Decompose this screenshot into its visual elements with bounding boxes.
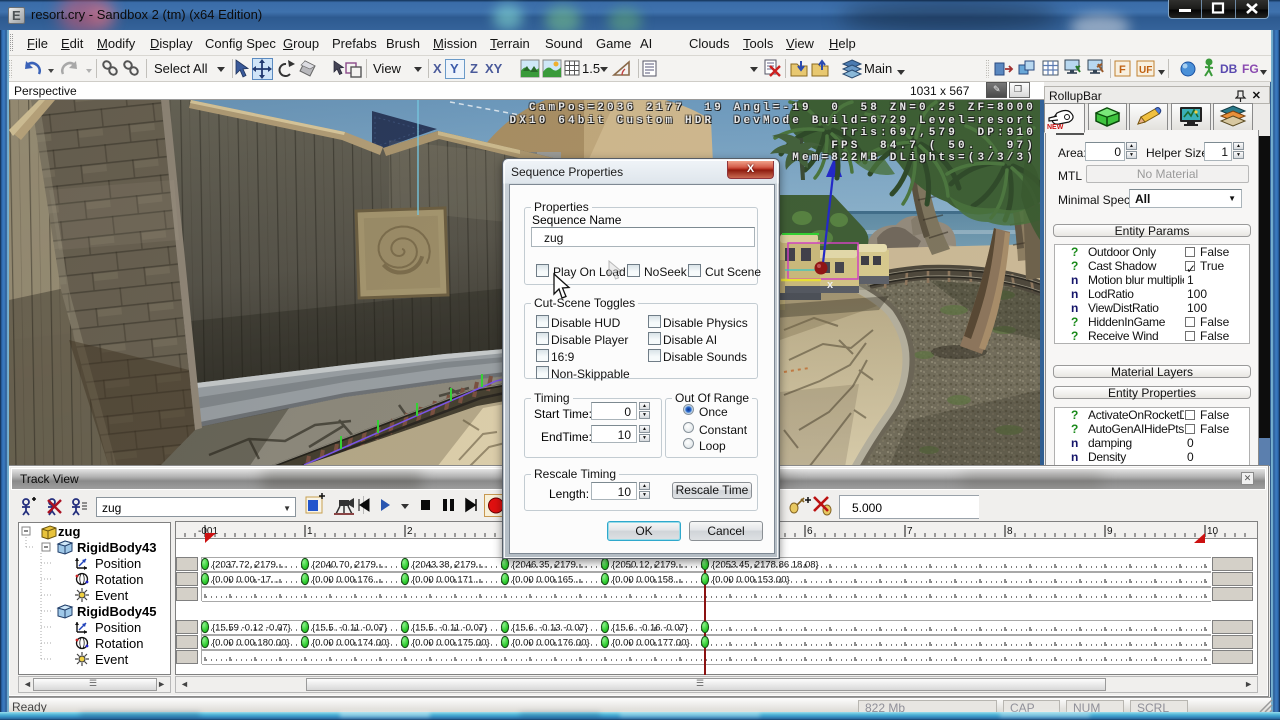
svg-text:{2046.35, 2179....: {2046.35, 2179....: [512, 560, 586, 571]
svg-text:10: 10: [1207, 526, 1219, 537]
svg-text:{0.00 0.00 -17...: {0.00 0.00 -17...: [212, 575, 279, 586]
svg-text:{2043.38, 2179....: {2043.38, 2179....: [412, 560, 486, 571]
svg-text:6: 6: [807, 526, 813, 537]
svg-text:{15.6. -0.16 -0.07}: {15.6. -0.16 -0.07}: [612, 623, 688, 634]
svg-text:{0.00 0.00 175.00}: {0.00 0.00 175.00}: [412, 638, 490, 649]
svg-text:Event: Event: [95, 652, 129, 667]
svg-text:Rotation: Rotation: [95, 636, 143, 651]
svg-text:{0.00 0.00 176.00}: {0.00 0.00 176.00}: [512, 638, 590, 649]
svg-text:{2037.72, 2179....: {2037.72, 2179....: [212, 560, 286, 571]
svg-text:Main: Main: [864, 61, 892, 76]
svg-text:XY: XY: [485, 61, 503, 76]
svg-text:{0.00 0.00 165....: {0.00 0.00 165....: [512, 575, 584, 586]
svg-text:{0.00 0.00 158....: {0.00 0.00 158....: [612, 575, 684, 586]
svg-text:RigidBody43: RigidBody43: [77, 540, 156, 555]
svg-text:{0.00 0.00 180.00}: {0.00 0.00 180.00}: [212, 638, 290, 649]
svg-text:{15.6. -0.13 -0.07}: {15.6. -0.13 -0.07}: [512, 623, 588, 634]
svg-text:x: x: [827, 279, 834, 291]
svg-text:{0.00 0.00 176....: {0.00 0.00 176....: [312, 575, 384, 586]
svg-text:Select All: Select All: [154, 61, 208, 76]
svg-text:9: 9: [1107, 526, 1113, 537]
svg-text:FG: FG: [1242, 62, 1259, 76]
svg-text:{0.00 0.00 171....: {0.00 0.00 171....: [412, 575, 484, 586]
svg-text:{2040.70, 2179....: {2040.70, 2179....: [312, 560, 386, 571]
svg-text:{2050.12, 2179....: {2050.12, 2179....: [612, 560, 686, 571]
svg-text:{15.5. -0.11 -0.07}: {15.5. -0.11 -0.07}: [412, 623, 487, 634]
svg-text:{15.5. -0.11 -0.07}: {15.5. -0.11 -0.07}: [312, 623, 387, 634]
svg-text:DB: DB: [1220, 62, 1238, 76]
svg-text:{2053.45, 2178.86 18.08}: {2053.45, 2178.86 18.08}: [712, 560, 819, 571]
svg-text:Position: Position: [95, 620, 141, 635]
svg-text:7: 7: [907, 526, 913, 537]
svg-text:Position: Position: [95, 556, 141, 571]
svg-text:1.5: 1.5: [582, 61, 600, 76]
svg-text:Z: Z: [470, 61, 478, 76]
svg-text:{0.00 0.00 174.00}: {0.00 0.00 174.00}: [312, 638, 390, 649]
svg-text:{0.00 0.00 153.00}: {0.00 0.00 153.00}: [712, 575, 790, 586]
svg-text:2: 2: [407, 526, 413, 537]
svg-text:NEW: NEW: [1047, 124, 1064, 131]
svg-text:zug: zug: [58, 524, 80, 539]
svg-text:RigidBody45: RigidBody45: [77, 604, 156, 619]
svg-text:Rotation: Rotation: [95, 572, 143, 587]
svg-text:{0.00 0.00 177.00}: {0.00 0.00 177.00}: [612, 638, 690, 649]
svg-text:X: X: [433, 61, 442, 76]
svg-text:{15.59 -0.12 -0.07}: {15.59 -0.12 -0.07}: [212, 623, 291, 634]
svg-text:1: 1: [307, 526, 313, 537]
svg-text:UF: UF: [1139, 65, 1152, 76]
svg-text:F: F: [1119, 64, 1126, 76]
svg-text:Event: Event: [95, 588, 129, 603]
svg-text:View: View: [373, 61, 402, 76]
svg-text:Y: Y: [450, 61, 459, 76]
svg-text:8: 8: [1007, 526, 1013, 537]
